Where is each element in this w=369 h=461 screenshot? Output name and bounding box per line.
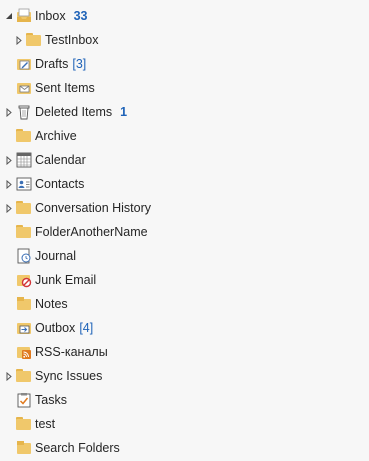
folder-item-search-folders[interactable]: Search Folders [0, 436, 369, 460]
folder-item-folderanothername[interactable]: FolderAnotherName [0, 220, 369, 244]
drafts-icon [16, 56, 32, 72]
expand-caret-icon[interactable] [4, 155, 14, 165]
folder-item-calendar[interactable]: Calendar [0, 148, 369, 172]
sent-items-icon [16, 80, 32, 96]
folder-label: Contacts [35, 177, 85, 191]
tasks-icon [16, 392, 32, 408]
expand-caret-icon[interactable] [4, 107, 14, 117]
junk-email-icon [16, 272, 32, 288]
folder-label: TestInbox [45, 33, 99, 47]
search-folder-icon [16, 440, 32, 456]
outbox-icon [16, 320, 32, 336]
folder-label: Drafts [35, 57, 69, 71]
folder-label: Sync Issues [35, 369, 103, 383]
folder-label: Journal [35, 249, 76, 263]
calendar-icon [16, 152, 32, 168]
folder-label: Search Folders [35, 441, 120, 455]
folder-label: Calendar [35, 153, 86, 167]
folder-icon [16, 224, 32, 240]
folder-item-archive[interactable]: Archive [0, 124, 369, 148]
folder-item-testinbox[interactable]: TestInbox [0, 28, 369, 52]
expand-caret-icon[interactable] [4, 371, 14, 381]
item-count: [3] [72, 57, 87, 71]
folder-label: Deleted Items [35, 105, 113, 119]
folder-pane: Inbox 33 TestInbox Drafts [3] Sent Items… [0, 0, 369, 461]
rss-icon [16, 344, 32, 360]
collapse-caret-icon[interactable] [4, 11, 14, 21]
folder-icon [16, 128, 32, 144]
folder-label: Sent Items [35, 81, 95, 95]
folder-label: Notes [35, 297, 68, 311]
folder-item-deleted-items[interactable]: Deleted Items 1 [0, 100, 369, 124]
unread-count: 33 [73, 9, 88, 23]
folder-label: Archive [35, 129, 77, 143]
folder-label: Conversation History [35, 201, 152, 215]
folder-item-journal[interactable]: Journal [0, 244, 369, 268]
journal-icon [16, 248, 32, 264]
folder-label: RSS-каналы [35, 345, 108, 359]
folder-label: Outbox [35, 321, 76, 335]
expand-caret-icon[interactable] [4, 179, 14, 189]
folder-label: test [35, 417, 56, 431]
folder-item-inbox[interactable]: Inbox 33 [0, 4, 369, 28]
folder-icon [16, 368, 32, 384]
folder-item-test[interactable]: test [0, 412, 369, 436]
folder-item-notes[interactable]: Notes [0, 292, 369, 316]
contacts-icon [16, 176, 32, 192]
folder-item-junk-email[interactable]: Junk Email [0, 268, 369, 292]
folder-item-rss[interactable]: RSS-каналы [0, 340, 369, 364]
folder-item-conversation-history[interactable]: Conversation History [0, 196, 369, 220]
folder-label: Tasks [35, 393, 67, 407]
folder-item-outbox[interactable]: Outbox [4] [0, 316, 369, 340]
item-count: [4] [79, 321, 94, 335]
trash-icon [16, 104, 32, 120]
inbox-icon [16, 8, 32, 24]
expand-caret-icon[interactable] [4, 203, 14, 213]
folder-icon [16, 200, 32, 216]
folder-item-sent-items[interactable]: Sent Items [0, 76, 369, 100]
folder-icon [26, 32, 42, 48]
folder-item-tasks[interactable]: Tasks [0, 388, 369, 412]
folder-icon [16, 416, 32, 432]
expand-caret-icon[interactable] [14, 35, 24, 45]
notes-icon [16, 296, 32, 312]
folder-item-sync-issues[interactable]: Sync Issues [0, 364, 369, 388]
unread-count: 1 [120, 105, 128, 119]
folder-label: Junk Email [35, 273, 97, 287]
folder-label: Inbox [35, 9, 66, 23]
folder-label: FolderAnotherName [35, 225, 148, 239]
folder-item-contacts[interactable]: Contacts [0, 172, 369, 196]
folder-item-drafts[interactable]: Drafts [3] [0, 52, 369, 76]
